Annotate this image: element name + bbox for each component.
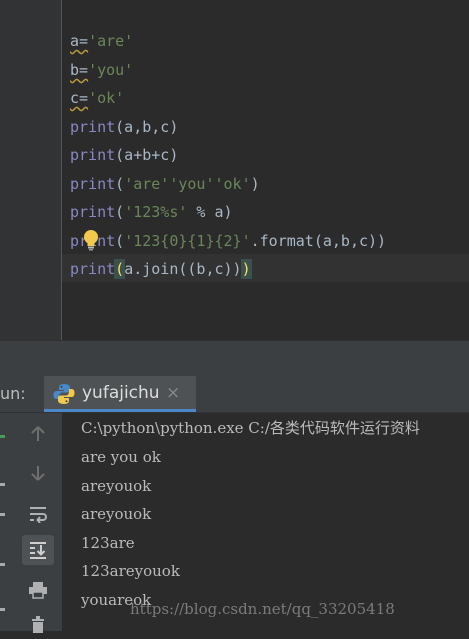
- console-line: areyouok: [81, 505, 152, 523]
- down-arrow-icon[interactable]: [22, 458, 54, 488]
- stop-icon[interactable]: [0, 483, 5, 486]
- tab-yufajichu[interactable]: yufajichu ×: [44, 376, 196, 412]
- pin-icon[interactable]: [0, 513, 5, 516]
- more-icon[interactable]: [0, 608, 5, 611]
- editor-bottom-band: [0, 340, 469, 377]
- lightbulb-icon[interactable]: [82, 229, 100, 251]
- close-icon[interactable]: ×: [166, 383, 180, 403]
- code-line-2[interactable]: b='you': [70, 60, 133, 80]
- code-line-9[interactable]: print(a.join((b,c))): [70, 259, 252, 279]
- print-icon[interactable]: [22, 575, 54, 605]
- run-label: un:: [0, 384, 26, 403]
- layout-icon[interactable]: [0, 563, 5, 566]
- scroll-to-end-icon[interactable]: [22, 535, 54, 565]
- tab-title: yufajichu: [82, 383, 160, 403]
- code-line-3[interactable]: c='ok': [70, 88, 124, 108]
- watermark: https://blog.csdn.net/qq_33205418: [130, 600, 395, 618]
- trash-icon[interactable]: [22, 609, 54, 639]
- console-line: 123areyouok: [81, 562, 180, 580]
- python-icon: [52, 382, 76, 406]
- code-line-6[interactable]: print('are''you''ok'): [70, 174, 260, 194]
- rerun-icon[interactable]: [0, 435, 5, 438]
- run-toolwindow-header: un: yufajichu ×: [0, 376, 469, 413]
- console-line: 123are: [81, 534, 135, 552]
- editor-gutter: [0, 0, 61, 340]
- run-toolbar: [12, 413, 63, 633]
- console-line-command: C:\python\python.exe C:/各类代码软件运行资料: [81, 419, 420, 437]
- up-arrow-icon[interactable]: [22, 419, 54, 449]
- run-left-strip: [0, 413, 12, 631]
- code-line-7[interactable]: print('123%s' % a): [70, 202, 233, 222]
- code-line-5[interactable]: print(a+b+c): [70, 145, 178, 165]
- code-line-4[interactable]: print(a,b,c): [70, 117, 178, 137]
- code-editor[interactable]: [62, 0, 469, 340]
- console-line: areyouok: [81, 477, 152, 495]
- console-line: are you ok: [81, 448, 161, 466]
- soft-wrap-icon[interactable]: [22, 499, 54, 529]
- code-line-8[interactable]: print('123{0}{1}{2}'.format(a,b,c)): [70, 231, 386, 251]
- code-line-1[interactable]: a='are': [70, 31, 133, 51]
